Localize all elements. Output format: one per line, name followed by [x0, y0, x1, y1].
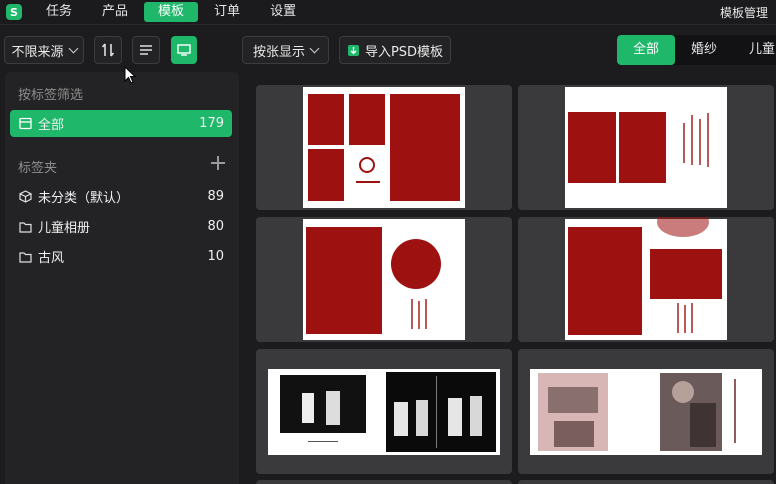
template-card[interactable] [518, 480, 774, 484]
photo-slot-circle [391, 239, 441, 289]
template-management-link[interactable]: 模板管理 [720, 4, 768, 21]
chevron-down-icon [309, 43, 320, 53]
photo-slot [568, 227, 642, 335]
sidebar-item-label: 全部 [38, 118, 65, 133]
sidebar-item-label: 儿童相册 [38, 221, 91, 236]
template-card[interactable] [256, 85, 512, 210]
photo-slot [390, 94, 460, 201]
photo-slot [308, 94, 344, 145]
sort-icon [101, 43, 115, 57]
photo-slot [660, 373, 722, 451]
photo-slot [349, 94, 385, 145]
photo-slot [386, 372, 496, 452]
sidebar-item-all[interactable]: 全部 179 [10, 110, 232, 137]
top-nav: S 任务 产品 模板 订单 设置 模板管理 [0, 0, 776, 24]
calligraphy-stroke [425, 299, 427, 329]
photo-slot [619, 112, 666, 183]
mouse-cursor-icon [124, 66, 136, 84]
tag-sidebar: 按标签筛选 全部 179 标签夹 未分类（默认） 89 儿童相册 80 古风 1… [5, 72, 239, 484]
calligraphy-stroke [411, 299, 413, 329]
template-thumbnail [565, 217, 727, 340]
calligraphy-stroke [707, 113, 709, 167]
sidebar-item-children-album[interactable]: 儿童相册 80 [10, 213, 232, 240]
calligraphy-stroke [691, 115, 693, 165]
nav-tab-tasks[interactable]: 任务 [32, 2, 86, 22]
template-thumbnail [530, 369, 762, 455]
category-tab-children[interactable]: 儿童 [733, 35, 776, 65]
decor-line [308, 441, 338, 442]
source-filter-label: 不限来源 [11, 44, 64, 60]
sidebar-item-count: 10 [207, 249, 224, 264]
tag-folders-heading: 标签夹 [18, 161, 58, 176]
decor-pattern [657, 217, 709, 237]
category-tab-all[interactable]: 全部 [617, 35, 676, 65]
sidebar-item-count: 179 [199, 116, 224, 131]
add-folder-icon[interactable] [211, 156, 225, 170]
photo-slot [650, 249, 722, 299]
app-logo: S [6, 4, 22, 20]
template-card[interactable] [256, 349, 512, 474]
monitor-view-button[interactable] [171, 36, 197, 64]
template-thumbnail [303, 87, 465, 208]
template-card[interactable] [518, 217, 774, 342]
toolbar: 不限来源 按张显示 导入PSD模板 全部 婚纱 儿童 [0, 24, 776, 72]
photo-slot [568, 112, 616, 183]
import-psd-button[interactable]: 导入PSD模板 [339, 36, 451, 64]
sidebar-item-count: 89 [207, 189, 224, 204]
template-card[interactable] [518, 85, 774, 210]
filter-by-tag-heading: 按标签筛选 [18, 88, 84, 103]
tray-icon [18, 117, 32, 131]
calligraphy-stroke [418, 301, 420, 329]
photo-slot [280, 375, 366, 433]
sidebar-item-ancient-style[interactable]: 古风 10 [10, 243, 232, 270]
template-thumbnail [268, 369, 500, 455]
nav-tab-products[interactable]: 产品 [88, 2, 142, 22]
monitor-icon [177, 44, 191, 56]
list-view-button[interactable] [132, 36, 160, 64]
calligraphy-stroke [684, 305, 686, 333]
calligraphy-stroke [683, 123, 685, 163]
chevron-down-icon [68, 43, 78, 53]
logo-letter: S [10, 5, 18, 19]
display-mode-label: 按张显示 [252, 44, 305, 60]
sort-button[interactable] [94, 36, 122, 64]
template-card[interactable] [256, 217, 512, 342]
sidebar-item-label: 未分类（默认） [38, 191, 130, 206]
template-thumbnail [303, 219, 465, 340]
template-thumbnail [565, 87, 727, 208]
template-grid [248, 72, 776, 484]
list-icon [140, 45, 152, 55]
category-tabs: 全部 婚纱 儿童 [617, 35, 776, 65]
import-icon [347, 44, 359, 56]
calligraphy-stroke [677, 303, 679, 333]
seal-mark [359, 157, 375, 173]
display-mode-dropdown[interactable]: 按张显示 [242, 36, 329, 64]
nav-tab-templates[interactable]: 模板 [144, 2, 199, 22]
source-filter-dropdown[interactable]: 不限来源 [4, 36, 84, 64]
import-psd-label: 导入PSD模板 [364, 44, 444, 60]
category-tab-wedding[interactable]: 婚纱 [675, 35, 733, 65]
folder-icon [18, 250, 32, 264]
cube-icon [18, 190, 32, 204]
template-card[interactable] [256, 480, 512, 484]
photo-slot [308, 149, 344, 201]
vertical-title-text [734, 379, 736, 443]
sidebar-item-uncategorized[interactable]: 未分类（默认） 89 [10, 183, 232, 210]
nav-tab-orders[interactable]: 订单 [200, 2, 254, 22]
nav-tab-settings[interactable]: 设置 [256, 2, 310, 22]
folder-icon [18, 220, 32, 234]
photo-slot [538, 373, 608, 451]
sidebar-item-count: 80 [207, 219, 224, 234]
calligraphy-stroke [699, 119, 701, 165]
calligraphy-stroke [691, 303, 693, 333]
sidebar-item-label: 古风 [38, 251, 65, 266]
template-card[interactable] [518, 349, 774, 474]
photo-slot [306, 227, 382, 334]
decor-line [356, 181, 380, 183]
